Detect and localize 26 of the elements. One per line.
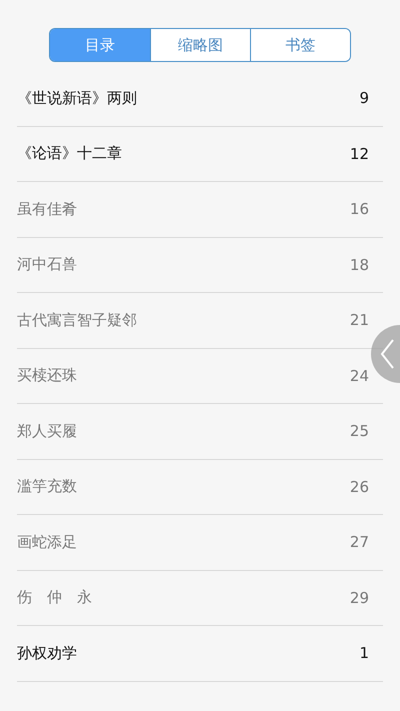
tab[interactable]: 目录 — [50, 29, 150, 61]
chapter-title[interactable]: 孙权劝学 — [17, 644, 77, 663]
page-number: 21 — [350, 311, 369, 330]
page-number: 26 — [350, 478, 369, 496]
page-number: 9 — [359, 89, 369, 108]
tab[interactable]: 缩略图 — [150, 29, 250, 61]
chapter-title[interactable]: 伤 仲 永 — [17, 588, 92, 608]
chapter-title[interactable]: 《论语》十二章 — [17, 144, 122, 164]
page-number: 1 — [359, 644, 369, 662]
chapter-title[interactable]: 虽有佳肴 — [17, 200, 77, 219]
page-number: 29 — [350, 588, 369, 607]
chapter-title[interactable]: 画蛇添足 — [17, 532, 77, 552]
chapter-title[interactable]: 买椟还珠 — [17, 366, 77, 386]
page-number: 24 — [350, 366, 369, 385]
chapter-title[interactable]: 滥竽充数 — [17, 477, 77, 496]
page-number: 16 — [350, 200, 369, 218]
chapter-title[interactable]: 河中石兽 — [17, 255, 77, 274]
tab[interactable]: 书签 — [250, 29, 350, 61]
chapter-title[interactable]: 古代寓言智子疑邻 — [17, 310, 137, 330]
page-number: 27 — [350, 533, 369, 552]
page-number: 12 — [350, 144, 369, 163]
page-number: 18 — [350, 256, 369, 274]
chapter-title[interactable]: 《世说新语》两则 — [17, 88, 137, 108]
chapter-title[interactable]: 郑人买履 — [17, 422, 77, 441]
page-number: 25 — [350, 422, 369, 440]
chevron-left-icon — [380, 339, 394, 369]
